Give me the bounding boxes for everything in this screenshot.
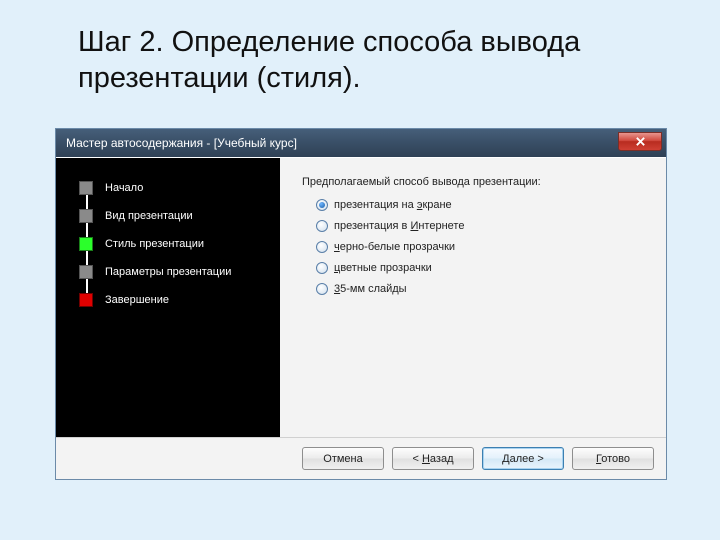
wizard-sidebar: Начало Вид презентации Стиль презентации Па…	[56, 158, 280, 437]
wizard-body: Начало Вид презентации Стиль презентации Па…	[56, 157, 666, 437]
output-option[interactable]: презентация на экране	[316, 196, 650, 214]
close-icon	[635, 136, 646, 147]
cancel-button[interactable]: Отмена	[302, 447, 384, 470]
wizard-step: Параметры презентации	[56, 258, 280, 286]
option-label: 35-мм слайды	[334, 283, 407, 295]
option-label: цветные прозрачки	[334, 262, 432, 274]
wizard-step: Вид презентации	[56, 202, 280, 230]
step-label: Параметры презентации	[105, 266, 231, 278]
step-label: Завершение	[105, 294, 169, 306]
radio-icon[interactable]	[316, 283, 328, 295]
step-marker	[79, 181, 93, 195]
window-title: Мастер автосодержания - [Учебный курс]	[66, 136, 297, 150]
slide-title: Шаг 2. Определение способа вывода презен…	[0, 0, 720, 107]
finish-button[interactable]: Готово	[572, 447, 654, 470]
back-button[interactable]: < Назад	[392, 447, 474, 470]
output-prompt: Предполагаемый способ вывода презентации…	[302, 176, 650, 188]
radio-icon[interactable]	[316, 241, 328, 253]
option-label: презентация в Интернете	[334, 220, 464, 232]
step-marker	[79, 209, 93, 223]
wizard-buttons: Отмена < Назад Далее > Готово	[56, 437, 666, 479]
next-button[interactable]: Далее >	[482, 447, 564, 470]
close-button[interactable]	[618, 132, 662, 151]
wizard-step: Стиль презентации	[56, 230, 280, 258]
step-marker	[79, 293, 93, 307]
output-option[interactable]: 35-мм слайды	[316, 280, 650, 298]
step-marker	[79, 265, 93, 279]
radio-icon[interactable]	[316, 199, 328, 211]
option-label: черно-белые прозрачки	[334, 241, 455, 253]
radio-icon[interactable]	[316, 220, 328, 232]
step-marker	[79, 237, 93, 251]
output-option[interactable]: презентация в Интернете	[316, 217, 650, 235]
wizard-content: Предполагаемый способ вывода презентации…	[280, 158, 666, 437]
wizard-window: Мастер автосодержания - [Учебный курс] Н…	[55, 128, 667, 480]
wizard-step: Завершение	[56, 286, 280, 314]
step-label: Вид презентации	[105, 210, 193, 222]
radio-icon[interactable]	[316, 262, 328, 274]
output-option[interactable]: цветные прозрачки	[316, 259, 650, 277]
output-option[interactable]: черно-белые прозрачки	[316, 238, 650, 256]
option-label: презентация на экране	[334, 199, 452, 211]
titlebar: Мастер автосодержания - [Учебный курс]	[56, 129, 666, 157]
step-label: Стиль презентации	[105, 238, 204, 250]
step-label: Начало	[105, 182, 143, 194]
wizard-step: Начало	[56, 174, 280, 202]
